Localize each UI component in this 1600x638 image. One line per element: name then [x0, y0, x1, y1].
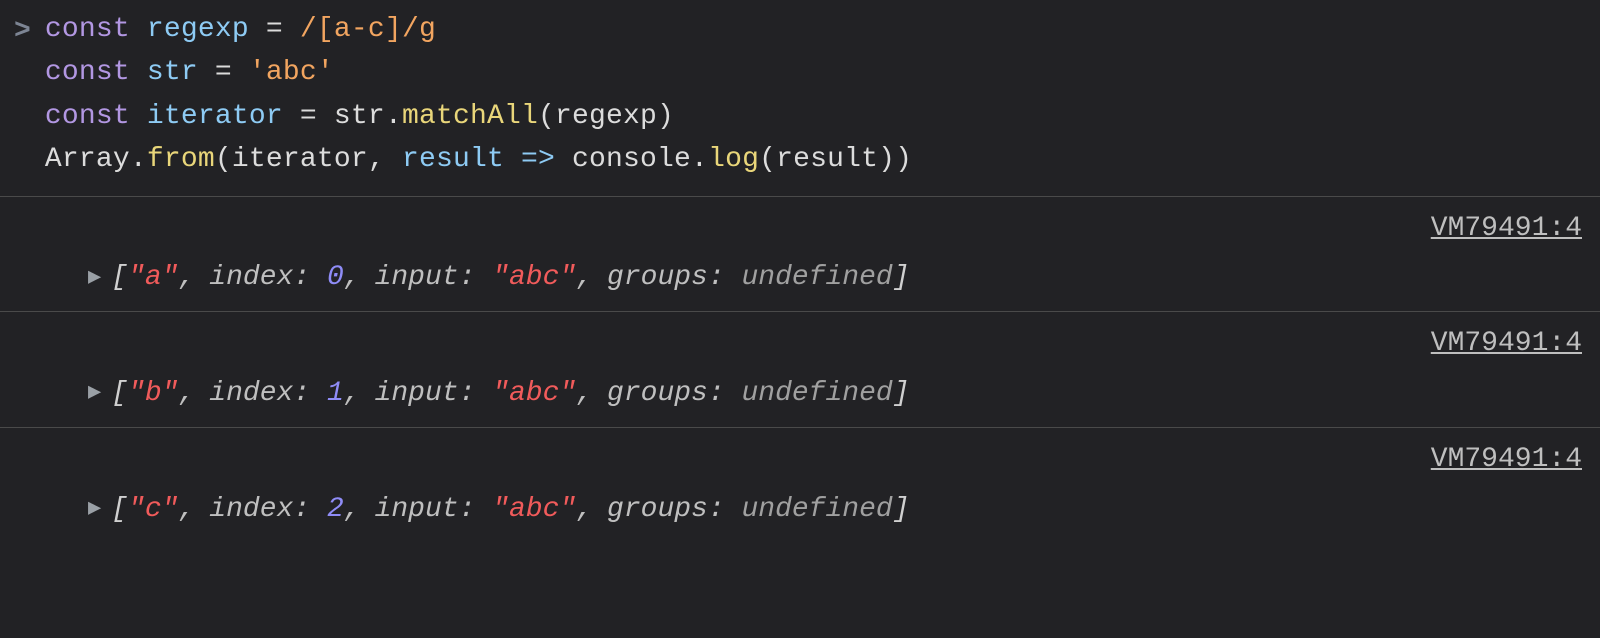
paren: ) [895, 144, 912, 175]
key-label: input: [375, 256, 476, 299]
dot: . [130, 144, 147, 175]
source-location: VM79491:4 [18, 197, 1582, 250]
bracket: ] [893, 256, 910, 299]
identifier: regexp [147, 14, 249, 45]
paren: ( [215, 144, 232, 175]
paren: ) [878, 144, 895, 175]
comma: , [344, 372, 361, 415]
index-value: 0 [327, 256, 344, 299]
input-value: "abc" [492, 256, 576, 299]
identifier: console [572, 144, 691, 175]
key-label: index: [209, 488, 310, 531]
index-value: 1 [327, 372, 344, 415]
logged-object[interactable]: ▶ [ "b", index: 1, input: "abc", groups:… [18, 372, 1582, 415]
operator: = [215, 57, 232, 88]
logged-object[interactable]: ▶ [ "c", index: 2, input: "abc", groups:… [18, 488, 1582, 531]
code-input[interactable]: const regexp = /[a-c]/g const str = 'abc… [45, 8, 912, 182]
bracket: ] [893, 372, 910, 415]
expand-triangle-icon[interactable]: ▶ [88, 492, 101, 526]
groups-value: undefined [741, 372, 892, 415]
console-input-row[interactable]: > const regexp = /[a-c]/g const str = 'a… [0, 0, 1600, 197]
identifier: regexp [555, 101, 657, 132]
bracket: [ [111, 256, 128, 299]
key-label: groups: [607, 372, 725, 415]
expand-triangle-icon[interactable]: ▶ [88, 261, 101, 295]
identifier: result [402, 144, 504, 175]
input-value: "abc" [492, 488, 576, 531]
function-name: matchAll [402, 101, 538, 132]
keyword: const [45, 101, 130, 132]
keyword: const [45, 57, 130, 88]
identifier: result [776, 144, 878, 175]
groups-value: undefined [741, 488, 892, 531]
operator: = [300, 101, 317, 132]
comma: , [344, 256, 361, 299]
key-label: index: [209, 372, 310, 415]
groups-value: undefined [741, 256, 892, 299]
arrow: => [521, 144, 555, 175]
paren: ( [759, 144, 776, 175]
comma: , [576, 488, 593, 531]
key-label: index: [209, 256, 310, 299]
console-log-row: VM79491:4 ▶ [ "c", index: 2, input: "abc… [0, 428, 1600, 543]
dot: . [385, 101, 402, 132]
identifier: str [334, 101, 385, 132]
comma: , [178, 372, 195, 415]
index-value: 2 [327, 488, 344, 531]
dot: . [691, 144, 708, 175]
match-string: "c" [128, 488, 178, 531]
comma: , [178, 488, 195, 531]
key-label: groups: [607, 256, 725, 299]
bracket: ] [893, 488, 910, 531]
console-log-row: VM79491:4 ▶ [ "a", index: 0, input: "abc… [0, 197, 1600, 313]
comma: , [344, 488, 361, 531]
devtools-console: > const regexp = /[a-c]/g const str = 'a… [0, 0, 1600, 543]
prompt-icon: > [0, 8, 45, 53]
bracket: [ [111, 372, 128, 415]
match-string: "a" [128, 256, 178, 299]
console-log-row: VM79491:4 ▶ [ "b", index: 1, input: "abc… [0, 312, 1600, 428]
source-link[interactable]: VM79491:4 [1431, 213, 1582, 244]
comma: , [576, 256, 593, 299]
key-label: input: [375, 372, 476, 415]
operator: = [266, 14, 283, 45]
comma: , [178, 256, 195, 299]
match-string: "b" [128, 372, 178, 415]
function-name: from [147, 144, 215, 175]
paren: ) [657, 101, 674, 132]
keyword: const [45, 14, 130, 45]
source-location: VM79491:4 [18, 428, 1582, 481]
key-label: input: [375, 488, 476, 531]
comma: , [368, 144, 385, 175]
identifier: iterator [147, 101, 283, 132]
source-link[interactable]: VM79491:4 [1431, 328, 1582, 359]
identifier: Array [45, 144, 130, 175]
bracket: [ [111, 488, 128, 531]
source-location: VM79491:4 [18, 312, 1582, 365]
paren: ( [538, 101, 555, 132]
identifier: iterator [232, 144, 368, 175]
string-literal: 'abc' [249, 57, 334, 88]
logged-object[interactable]: ▶ [ "a", index: 0, input: "abc", groups:… [18, 256, 1582, 299]
source-link[interactable]: VM79491:4 [1431, 444, 1582, 475]
expand-triangle-icon[interactable]: ▶ [88, 376, 101, 410]
function-name: log [708, 144, 759, 175]
regex-literal: /[a-c]/g [300, 14, 436, 45]
identifier: str [147, 57, 198, 88]
key-label: groups: [607, 488, 725, 531]
comma: , [576, 372, 593, 415]
input-value: "abc" [492, 372, 576, 415]
